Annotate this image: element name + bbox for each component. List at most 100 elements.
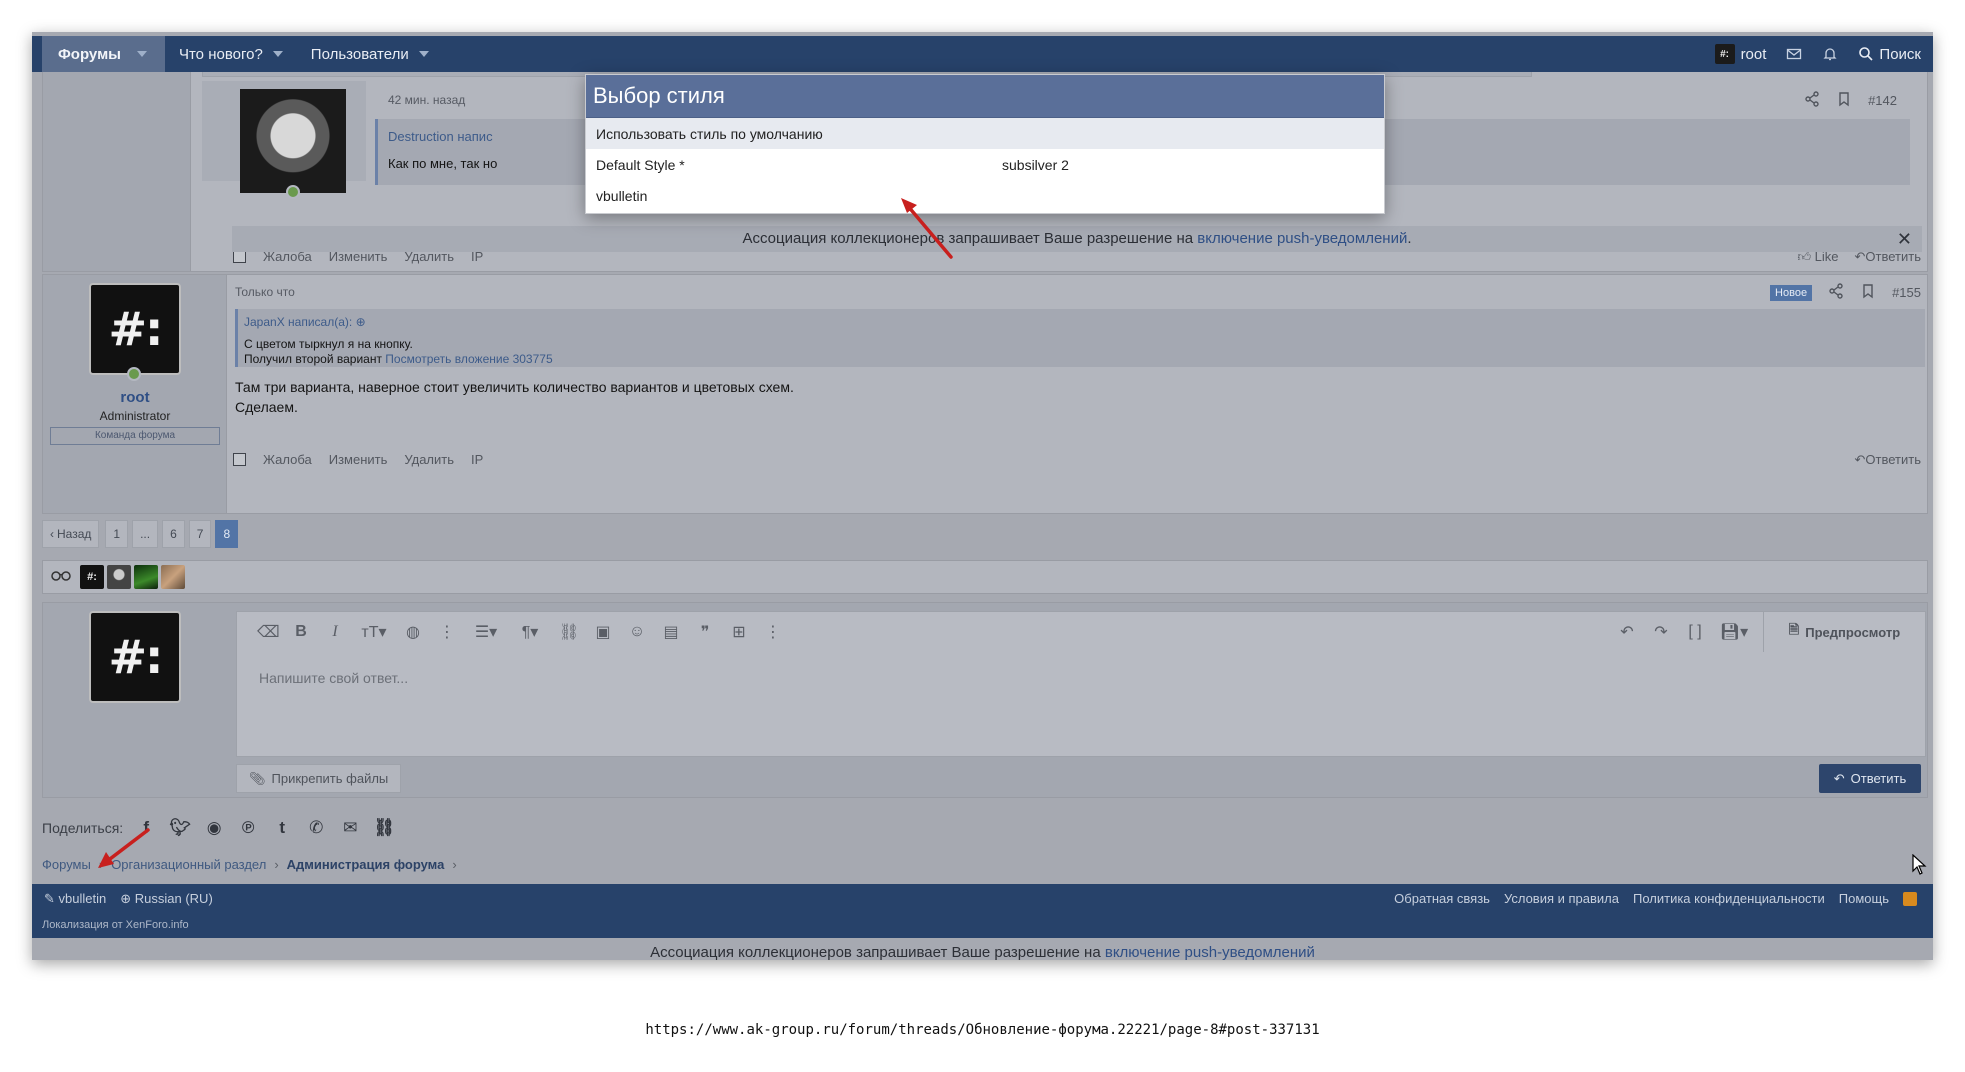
- reddit-icon[interactable]: ◉: [203, 817, 225, 839]
- font-size-icon[interactable]: тT▾: [359, 622, 389, 642]
- post-142-user-column: [43, 61, 191, 271]
- attach-files-button[interactable]: 📎︎ Прикрепить файлы: [236, 764, 402, 793]
- nav-whats-new[interactable]: Что нового?: [165, 36, 297, 72]
- page-1[interactable]: 1: [105, 520, 129, 548]
- chevron-left-icon: ‹: [50, 527, 54, 541]
- whatsapp-icon[interactable]: ✆: [305, 817, 327, 839]
- breadcrumb-org-section[interactable]: Организационный раздел: [111, 857, 266, 872]
- viewer-avatar-root[interactable]: #:: [80, 565, 104, 589]
- image-icon[interactable]: ▣: [593, 622, 613, 642]
- delete-link[interactable]: Удалить: [404, 452, 454, 467]
- push-enable-link[interactable]: включение push-уведомлений: [1197, 230, 1407, 247]
- footer-terms-link[interactable]: Условия и правила: [1504, 891, 1619, 906]
- style-option-default-style-label: Default Style *: [596, 156, 685, 173]
- push-enable-link-bottom[interactable]: включение push-уведомлений: [1105, 944, 1315, 960]
- nav-account[interactable]: #: root: [1705, 36, 1777, 72]
- footer-help-link[interactable]: Помощь: [1839, 891, 1889, 906]
- breadcrumb-admin[interactable]: Администрация форума: [287, 857, 445, 872]
- current-user-avatar[interactable]: #:: [89, 611, 181, 703]
- user-avatar-root[interactable]: #:: [89, 283, 181, 375]
- nav-inbox[interactable]: [1776, 36, 1812, 72]
- nav-members[interactable]: Пользователи: [297, 36, 443, 72]
- bold-icon[interactable]: B: [291, 623, 311, 641]
- online-indicator: [127, 367, 141, 381]
- report-link[interactable]: Жалоба: [263, 452, 312, 467]
- footer-contact-link[interactable]: Обратная связь: [1394, 891, 1490, 906]
- more-vertical-icon[interactable]: ⋮: [763, 622, 783, 642]
- user-avatar-girl[interactable]: [240, 89, 346, 193]
- viewer-avatar-4[interactable]: [161, 565, 185, 589]
- nav-alerts[interactable]: [1812, 36, 1848, 72]
- viewer-avatar-3[interactable]: [134, 565, 158, 589]
- table-icon[interactable]: ⊞: [729, 622, 749, 642]
- style-chooser-link[interactable]: ✎ vbulletin: [44, 891, 106, 907]
- pinterest-icon[interactable]: ℗: [237, 817, 259, 839]
- nav-forums[interactable]: Форумы: [42, 36, 165, 72]
- save-draft-icon[interactable]: 💾︎▾: [1719, 622, 1749, 642]
- rss-icon[interactable]: [1903, 891, 1917, 906]
- glasses-icon: [51, 568, 77, 586]
- chevron-down-icon[interactable]: [136, 51, 147, 57]
- more-vertical-icon[interactable]: ⋮: [437, 622, 457, 642]
- edit-link[interactable]: Изменить: [329, 452, 388, 467]
- language-chooser-link[interactable]: ⊕ Russian (RU): [120, 891, 213, 907]
- ip-link[interactable]: IP: [471, 452, 483, 467]
- post-155-actions: Жалоба Изменить Удалить IP: [233, 452, 483, 467]
- page-ellipsis[interactable]: ...: [132, 520, 159, 548]
- link-icon[interactable]: ⛓: [373, 817, 395, 839]
- push-text-bottom: Ассоциация коллекционеров запрашивает Ва…: [650, 944, 1105, 960]
- post-155-number[interactable]: #155: [1892, 285, 1921, 300]
- bookmark-icon[interactable]: [1836, 91, 1852, 110]
- post-142-quote-author[interactable]: Destruction напис: [388, 129, 493, 144]
- post-155-time[interactable]: Только что: [235, 285, 295, 299]
- redo-icon[interactable]: ↷: [1651, 622, 1671, 642]
- twitter-icon[interactable]: 🐦︎: [169, 817, 191, 839]
- chevron-down-icon[interactable]: [272, 51, 283, 57]
- breadcrumb-forums[interactable]: Форумы: [42, 857, 91, 872]
- media-icon[interactable]: ▤: [661, 622, 681, 642]
- footer-privacy-link[interactable]: Политика конфиденциальности: [1633, 891, 1825, 906]
- palette-icon[interactable]: ◍: [403, 622, 423, 642]
- style-option-subsilver[interactable]: subsilver 2: [1002, 157, 1069, 173]
- quote-icon[interactable]: ❞: [695, 622, 715, 642]
- viewer-avatar-2[interactable]: [107, 565, 131, 589]
- nav-search[interactable]: Поиск: [1848, 36, 1933, 72]
- reply-editor: ⌫ B I тT▾ ◍ ⋮ ☰▾ ¶▾ ⛓ ▣ ☺ ▤ ❞ ⊞ ⋮ ↶ ↷ [ …: [236, 611, 1926, 757]
- paragraph-icon[interactable]: ¶▾: [515, 622, 545, 642]
- undo-icon[interactable]: ↶: [1617, 622, 1637, 642]
- style-option-default-style[interactable]: Default Style * subsilver 2: [586, 149, 1384, 180]
- bookmark-icon[interactable]: [1860, 283, 1876, 302]
- page-prev-label: Назад: [57, 527, 92, 541]
- style-option-default[interactable]: Использовать стиль по умолчанию: [586, 118, 1384, 149]
- page-6[interactable]: 6: [162, 520, 185, 548]
- eraser-icon[interactable]: ⌫: [257, 622, 280, 642]
- preview-button[interactable]: 🗎︎ Предпросмотр: [1763, 612, 1925, 652]
- chevron-down-icon[interactable]: [418, 51, 429, 57]
- page-7[interactable]: 7: [188, 520, 212, 548]
- post-reply-button[interactable]: ↶ Ответить: [1819, 764, 1921, 793]
- tumblr-icon[interactable]: t: [271, 817, 293, 839]
- share-icon[interactable]: [1804, 91, 1820, 110]
- align-icon[interactable]: ☰▾: [471, 622, 501, 642]
- link-icon[interactable]: ⛓: [559, 622, 579, 642]
- share-icon[interactable]: [1828, 283, 1844, 302]
- footer-credit[interactable]: Локализация от XenForo.info: [42, 919, 189, 931]
- page-8[interactable]: 8: [215, 520, 239, 548]
- post-142-time[interactable]: 42 мин. назад: [388, 93, 465, 107]
- smiley-icon[interactable]: ☺: [627, 623, 647, 641]
- post-155-select-checkbox[interactable]: [233, 453, 246, 466]
- page-prev-button[interactable]: ‹ Назад: [42, 520, 100, 548]
- facebook-icon[interactable]: f: [135, 817, 157, 839]
- post-155-body-line2: Сделаем.: [235, 399, 298, 415]
- reply-input[interactable]: Напишите свой ответ...: [259, 670, 408, 686]
- bbcode-toggle-icon[interactable]: [ ]: [1685, 623, 1705, 641]
- post-142-number[interactable]: #142: [1868, 93, 1897, 108]
- italic-icon[interactable]: I: [325, 623, 345, 641]
- close-icon[interactable]: ✕: [1897, 226, 1912, 252]
- post-155-username[interactable]: root: [43, 389, 227, 406]
- style-option-vbulletin[interactable]: vbulletin: [586, 180, 1384, 211]
- email-icon[interactable]: ✉: [339, 817, 361, 839]
- reply-link[interactable]: ↶Ответить: [1855, 452, 1921, 468]
- post-155-quote-author[interactable]: JapanX написал(а): ⊕: [244, 315, 366, 329]
- view-attachment-link[interactable]: Посмотреть вложение 303775: [385, 352, 552, 366]
